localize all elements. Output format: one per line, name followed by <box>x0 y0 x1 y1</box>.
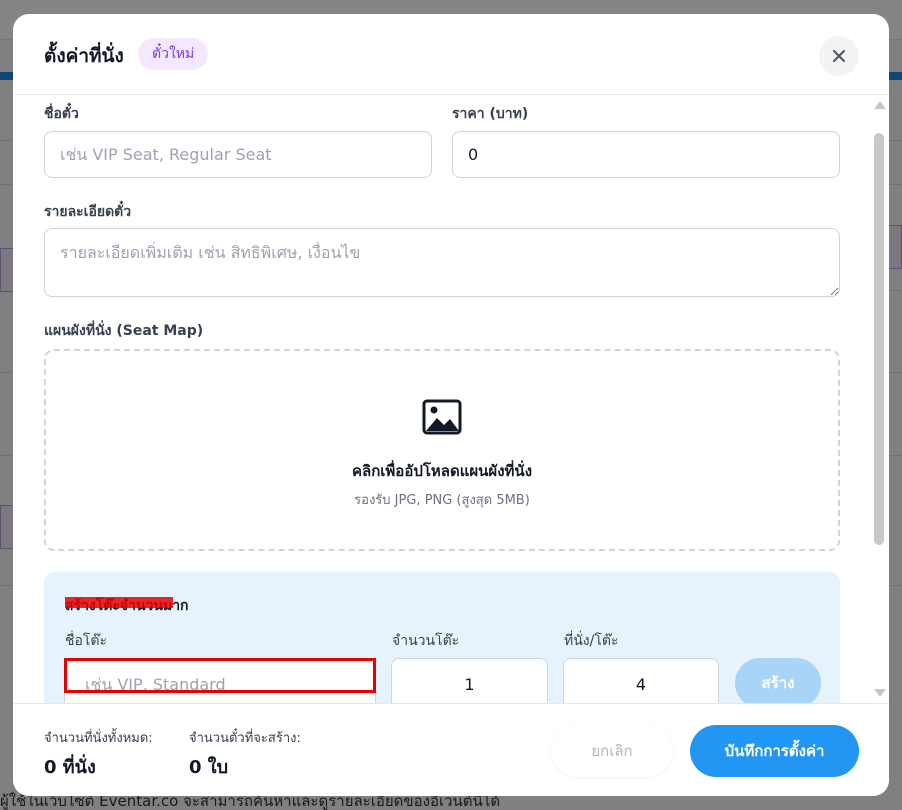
price-label: ราคา (บาท) <box>452 106 529 122</box>
bulk-table-title: สร้างโต๊ะจำนวนมาก <box>65 598 189 614</box>
upload-title: คลิกเพื่ออัปโหลดแผนผังที่นั่ง <box>351 462 533 480</box>
price-input[interactable] <box>452 131 840 178</box>
save-settings-button[interactable]: บันทึกการตั้งค่า <box>690 725 859 777</box>
seat-map-upload-zone[interactable]: คลิกเพื่ออัปโหลดแผนผังที่นั่ง รองรับ JPG… <box>44 349 840 551</box>
table-name-label: ชื่อโต๊ะ <box>65 633 108 649</box>
description-label: รายละเอียดตั๋ว <box>44 204 132 220</box>
close-button[interactable] <box>819 36 859 76</box>
bulk-table-panel: สร้างโต๊ะจำนวนมาก ชื่อโต๊ะ จำนวนโต๊ะ ที่… <box>44 572 840 703</box>
seat-map-label: แผนผังที่นั่ง (Seat Map) <box>44 323 204 339</box>
seats-per-table-input[interactable] <box>563 658 719 703</box>
cancel-button[interactable]: ยกเลิก <box>551 725 673 777</box>
modal-header: ตั้งค่าที่นั่ง ตั๋วใหม่ <box>13 14 889 95</box>
tickets-to-create-label: จำนวนตั๋วที่จะสร้าง: <box>189 731 301 746</box>
total-seats-value: 0 ที่นั่ง <box>44 757 96 778</box>
table-count-label: จำนวนโต๊ะ <box>392 633 460 649</box>
total-seats-label: จำนวนที่นั่งทั้งหมด: <box>44 731 153 746</box>
close-icon <box>833 50 845 62</box>
ticket-name-input[interactable] <box>44 131 432 178</box>
image-icon <box>422 399 462 435</box>
table-name-input[interactable] <box>64 658 376 703</box>
scroll-down-arrow-icon[interactable] <box>874 689 886 697</box>
upload-hint: รองรับ JPG, PNG (สูงสุด 5MB) <box>354 493 530 508</box>
create-tables-button[interactable]: สร้าง <box>735 658 821 703</box>
modal-title: ตั้งค่าที่นั่ง <box>44 45 124 67</box>
scroll-up-arrow-icon[interactable] <box>874 101 886 109</box>
table-count-input[interactable] <box>391 658 548 703</box>
description-textarea[interactable] <box>44 228 840 297</box>
seats-per-table-label: ที่นั่ง/โต๊ะ <box>564 633 619 649</box>
ticket-name-label: ชื่อตั๋ว <box>44 106 79 122</box>
new-ticket-badge: ตั๋วใหม่ <box>138 38 209 70</box>
tickets-to-create-value: 0 ใบ <box>189 757 229 778</box>
modal-footer: จำนวนที่นั่งทั้งหมด: 0 ที่นั่ง จำนวนตั๋ว… <box>13 703 889 796</box>
scroll-thumb[interactable] <box>874 133 884 545</box>
modal-scrollbar[interactable] <box>871 95 889 703</box>
seat-settings-modal: ตั้งค่าที่นั่ง ตั๋วใหม่ ชื่อตั๋ว ราคา (บ… <box>13 14 889 796</box>
modal-body: ชื่อตั๋ว ราคา (บาท) รายละเอียดตั๋ว แผนผั… <box>13 95 889 703</box>
